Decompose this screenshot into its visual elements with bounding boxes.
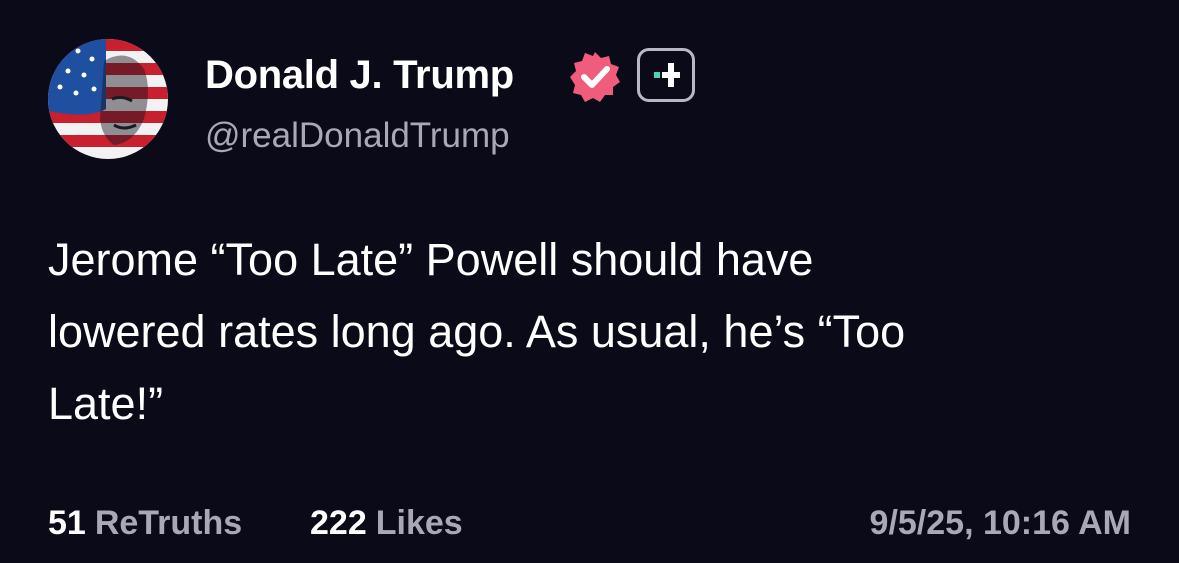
avatar[interactable] (48, 39, 168, 159)
likes-count: 222 (310, 504, 367, 542)
post-text-line: lowered rates long ago. As usual, he’s “… (48, 306, 906, 357)
post-text-line: Late!” (48, 378, 164, 429)
avatar-image (48, 39, 168, 159)
retruths-stat[interactable]: 51 ReTruths (48, 499, 242, 547)
display-name[interactable]: Donald J. Trump (205, 52, 514, 98)
plus-icon (654, 63, 680, 87)
post-timestamp: 9/5/25, 10:16 AM (869, 504, 1131, 542)
retruths-count: 51 (48, 504, 86, 542)
plus-badge (637, 48, 695, 102)
likes-label: Likes (375, 504, 463, 542)
post-text: Jerome “Too Late” Powell should have low… (48, 224, 1138, 440)
verified-check-icon (567, 49, 623, 105)
likes-stat[interactable]: 222 Likes (310, 499, 463, 547)
truth-post: Donald J. Trump @realDonaldTrump Jerome … (0, 0, 1179, 563)
username-handle[interactable]: @realDonaldTrump (205, 115, 510, 157)
post-footer: 51 ReTruths 222 Likes 9/5/25, 10:16 AM (48, 499, 1131, 547)
retruths-label: ReTruths (94, 504, 243, 542)
post-text-line: Jerome “Too Late” Powell should have (48, 234, 814, 285)
